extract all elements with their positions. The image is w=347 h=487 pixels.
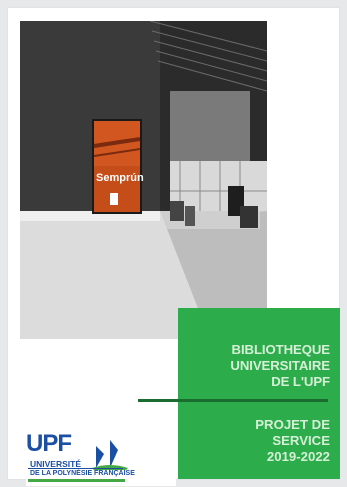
logo-university-label: UNIVERSITÉ bbox=[30, 459, 82, 469]
subtitle-line: 2019-2022 bbox=[266, 449, 330, 464]
logo-acronym: UPF bbox=[26, 430, 72, 457]
document-cover: Semprún BIBLIOTHEQUE UNIVERSITAIRE DE L'… bbox=[8, 8, 340, 486]
title-line: DE L'UPF bbox=[271, 374, 330, 389]
title-line: BIBLIOTHEQUE bbox=[231, 342, 331, 357]
title-panel: BIBLIOTHEQUE UNIVERSITAIRE DE L'UPF PROJ… bbox=[138, 308, 340, 479]
logo-accent-bar bbox=[28, 479, 125, 482]
title-divider bbox=[138, 399, 328, 402]
cover-title: BIBLIOTHEQUE UNIVERSITAIRE DE L'UPF bbox=[180, 342, 330, 390]
title-line: UNIVERSITAIRE bbox=[230, 358, 330, 373]
upf-logo: UPF UNIVERSITÉ DE LA POLYNÉSIE FRANÇAISE bbox=[26, 428, 176, 486]
subtitle-line: PROJET DE bbox=[255, 417, 330, 432]
logo-institution-label: DE LA POLYNÉSIE FRANÇAISE bbox=[30, 470, 135, 477]
logo-canoe-icon bbox=[92, 440, 128, 470]
cover-subtitle: PROJET DE SERVICE 2019-2022 bbox=[180, 417, 330, 465]
cover-photo: Semprún bbox=[20, 21, 267, 339]
subtitle-line: SERVICE bbox=[272, 433, 330, 448]
book-title-text: Semprún bbox=[96, 172, 144, 184]
